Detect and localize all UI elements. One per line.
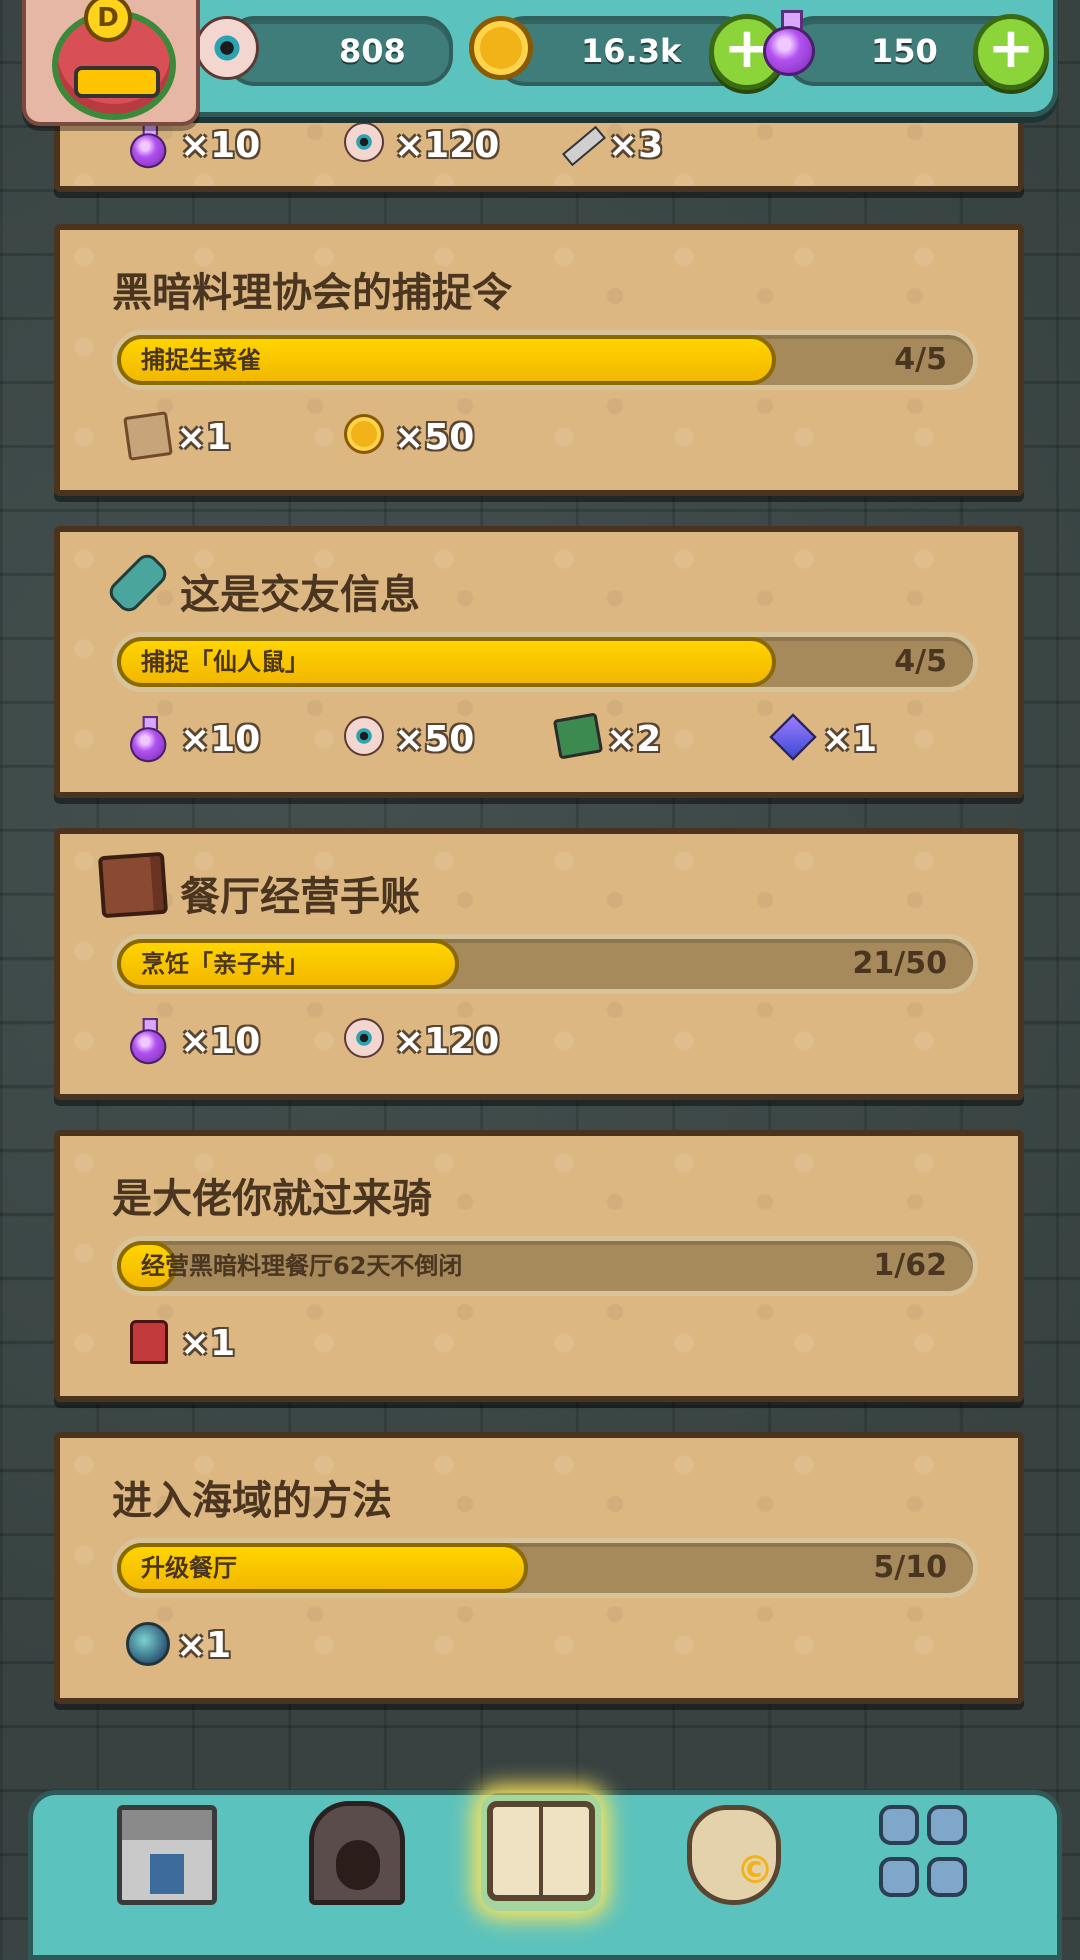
add-potions-button[interactable]: + [973, 14, 1049, 90]
progress-count: 4/5 [894, 644, 947, 679]
quest-title: 餐厅经营手账 [180, 874, 420, 920]
sea-orb-icon [126, 1622, 170, 1666]
potion-icon [130, 122, 167, 169]
message-bottle-icon [100, 552, 160, 612]
nav-restaurant[interactable] [107, 1793, 227, 1911]
quest-card[interactable]: 是大佬你就过来骑 经营黑暗料理餐厅62天不倒闭 1/62 ×1 [54, 1130, 1024, 1402]
quest-card[interactable]: 这是交友信息 捕捉「仙人鼠」 4/5 ×10 ×50 ×2 ×1 [54, 526, 1024, 798]
crystal-icon [769, 713, 817, 761]
potion-icon [130, 716, 167, 763]
grid-menu-icon [879, 1805, 971, 1901]
reward-count: ×10 [180, 125, 261, 166]
reward-count: ×1 [822, 719, 878, 760]
progress-count: 4/5 [894, 342, 947, 377]
coin-icon [344, 414, 384, 454]
quest-title: 这是交友信息 [180, 572, 420, 618]
eyeball-icon [344, 1018, 384, 1058]
throne-icon [130, 1320, 168, 1364]
potion-icon [763, 10, 815, 76]
task-label: 捕捉「仙人鼠」 [141, 648, 309, 676]
task-label: 升级餐厅 [141, 1554, 237, 1582]
progress-count: 21/50 [852, 946, 947, 981]
cave-monster-icon [309, 1801, 405, 1905]
reward-count: ×2 [606, 719, 662, 760]
map-icon [552, 712, 604, 760]
potion-icon [130, 1018, 167, 1065]
reward-count: ×50 [394, 719, 475, 760]
progress-bar: 升级餐厅 5/10 [112, 1538, 978, 1598]
quest-title: 进入海域的方法 [112, 1478, 392, 1524]
nav-dungeon[interactable] [295, 1793, 415, 1911]
eyeball-icon [344, 716, 384, 756]
eyeball-counter: 808 [195, 16, 453, 86]
reward-count: ×10 [180, 1021, 261, 1062]
progress-count: 5/10 [873, 1550, 947, 1585]
progress-bar: 烹饪「亲子丼」 21/50 [112, 934, 978, 994]
task-label: 烹饪「亲子丼」 [141, 950, 309, 978]
reward-count: ×10 [180, 719, 261, 760]
progress-bar: 捕捉「仙人鼠」 4/5 [112, 632, 978, 692]
knife-icon [558, 122, 602, 162]
task-label: 捕捉生菜雀 [141, 346, 261, 374]
player-avatar[interactable]: D [22, 0, 200, 126]
quest-card[interactable]: 餐厅经营手账 烹饪「亲子丼」 21/50 ×10 ×120 [54, 828, 1024, 1100]
coin-value: 16.3k [581, 32, 682, 70]
eyeball-icon [195, 16, 259, 80]
bottom-nav [28, 1790, 1062, 1960]
reward-count: ×50 [394, 417, 475, 458]
reward-count: ×1 [176, 1625, 232, 1666]
quest-title: 是大佬你就过来骑 [112, 1176, 432, 1222]
coin-counter: 16.3k + [469, 14, 785, 90]
resource-bar: 808 16.3k + 150 + [170, 0, 1058, 117]
reward-count: ×1 [180, 1323, 236, 1364]
reward-count: ×3 [608, 125, 664, 166]
task-label: 经营黑暗料理餐厅62天不倒闭 [141, 1252, 463, 1280]
quest-card[interactable]: 进入海域的方法 升级餐厅 5/10 ×1 [54, 1432, 1024, 1704]
reward-count: ×120 [394, 1021, 500, 1062]
quest-card[interactable]: 黑暗料理协会的捕捉令 捕捉生菜雀 4/5 ×1 ×50 [54, 224, 1024, 496]
restaurant-building-icon [117, 1805, 217, 1905]
reward-count: ×120 [394, 125, 500, 166]
eyeball-value: 808 [339, 32, 406, 70]
nav-more[interactable] [859, 1793, 979, 1911]
monster-mouth [74, 66, 160, 98]
nav-quests[interactable] [481, 1793, 601, 1911]
reward-count: ×1 [176, 417, 232, 458]
eyeball-icon [344, 122, 384, 162]
potion-value: 150 [871, 32, 938, 70]
progress-bar: 经营黑暗料理餐厅62天不倒闭 1/62 [112, 1236, 978, 1296]
coin-icon [469, 16, 533, 80]
quest-title: 黑暗料理协会的捕捉令 [112, 270, 512, 316]
nav-bag[interactable] [673, 1793, 793, 1911]
open-book-icon [487, 1801, 595, 1901]
progress-bar: 捕捉生菜雀 4/5 [112, 330, 978, 390]
progress-count: 1/62 [873, 1248, 947, 1283]
potion-counter: 150 + [763, 10, 1049, 90]
money-bag-icon [687, 1805, 781, 1905]
journal-book-icon [97, 851, 169, 919]
scroll-icon [123, 411, 173, 461]
